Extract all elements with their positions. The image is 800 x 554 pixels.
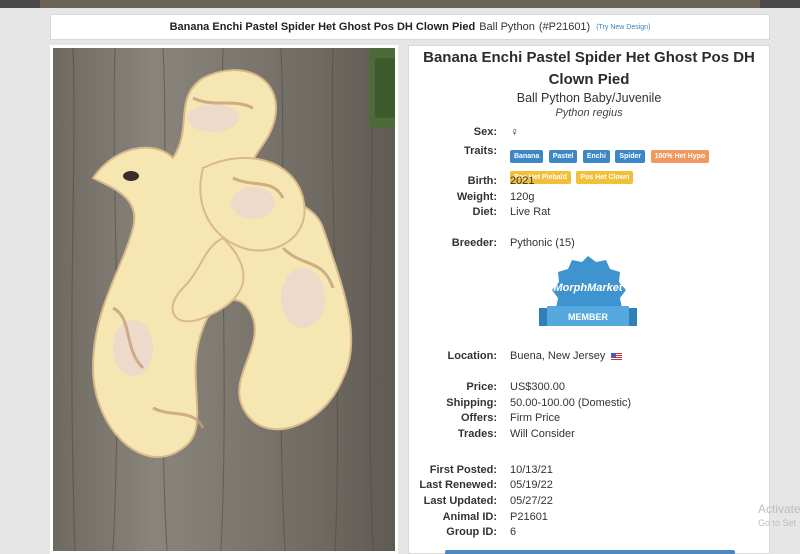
location-row: Location: Buena, New Jersey: [409, 348, 771, 364]
shipping-label: Shipping:: [446, 397, 497, 409]
activate-windows-watermark: Activate: [758, 502, 800, 516]
offers-value: Firm Price: [510, 412, 561, 424]
trait-tag-banana[interactable]: Banana: [510, 150, 544, 163]
us-flag-icon: [611, 352, 623, 360]
price-row: Price: US$300.00: [409, 379, 771, 395]
badge-icon: MorphMarket MEMBER: [539, 256, 637, 326]
last-renewed-value: 05/19/22: [510, 479, 553, 491]
breeder-row: Breeder: Pythonic (15): [409, 235, 771, 251]
trades-value: Will Consider: [510, 428, 575, 440]
diet-row: Diet: Live Rat: [409, 204, 771, 220]
group-id-link[interactable]: 6: [510, 524, 516, 540]
activate-windows-subtext: Go to Set: [758, 518, 797, 528]
female-icon: ♀: [510, 125, 519, 139]
first-posted-value: 10/13/21: [510, 464, 553, 476]
top-strip-image: [40, 0, 760, 8]
offers-label: Offers:: [460, 412, 497, 424]
shipping-value: 50.00-100.00 (Domestic): [510, 397, 632, 409]
trait-tag-spider[interactable]: Spider: [615, 150, 646, 163]
birth-label: Birth:: [467, 175, 497, 187]
diet-value: Live Rat: [510, 206, 551, 218]
animal-id-label: Animal ID:: [442, 511, 497, 523]
last-renewed-row: Last Renewed: 05/19/22: [409, 477, 771, 493]
first-posted-label: First Posted:: [429, 464, 497, 476]
last-renewed-label: Last Renewed:: [419, 479, 497, 491]
breeder-label: Breeder:: [451, 237, 497, 249]
weight-value: 120g: [510, 191, 535, 203]
snake-photo-image: [53, 48, 395, 551]
last-updated-label: Last Updated:: [423, 495, 497, 507]
animal-photo[interactable]: [50, 45, 398, 554]
birth-row: Birth: 2021: [409, 173, 771, 189]
group-id-label: Group ID:: [446, 526, 497, 538]
location-value: Buena, New Jersey: [510, 348, 623, 364]
top-strip: [0, 0, 800, 8]
price-label: Price:: [466, 381, 497, 393]
morphmarket-member-badge[interactable]: MorphMarket MEMBER: [533, 254, 643, 336]
shipping-row: Shipping: 50.00-100.00 (Domestic): [409, 395, 771, 411]
traits-label: Traits:: [463, 145, 497, 157]
listing-title: Banana Enchi Pastel Spider Het Ghost Pos…: [423, 49, 755, 88]
last-updated-row: Last Updated: 05/27/22: [409, 493, 771, 509]
details-panel: Banana Enchi Pastel Spider Het Ghost Pos…: [408, 45, 770, 554]
title-bar-name: Banana Enchi Pastel Spider Het Ghost Pos…: [169, 21, 476, 33]
first-posted-row: First Posted: 10/13/21: [409, 462, 771, 478]
location-text: Buena, New Jersey: [510, 350, 606, 362]
last-updated-value: 05/27/22: [510, 495, 553, 507]
group-id-row: Group ID: 6: [409, 524, 771, 540]
trait-tag-enchi[interactable]: Enchi: [582, 150, 610, 163]
trades-row: Trades: Will Consider: [409, 426, 771, 442]
birth-value: 2021: [510, 175, 535, 187]
title-bar-species: Ball Python: [479, 21, 535, 33]
diet-label: Diet:: [472, 206, 497, 218]
try-new-design-link[interactable]: (Try New Design): [596, 24, 650, 31]
trades-label: Trades:: [457, 428, 497, 440]
offers-row: Offers: Firm Price: [409, 410, 771, 426]
title-bar-id: (#P21601): [538, 21, 591, 33]
listing-subtitle: Ball Python Baby/Juvenile: [516, 91, 662, 105]
listing-latin-name: Python regius: [555, 107, 623, 119]
breeder-link[interactable]: Pythonic (15): [510, 235, 575, 251]
badge-top-text: MorphMarket: [553, 282, 623, 294]
weight-row: Weight: 120g: [409, 189, 771, 205]
animal-id-row: Animal ID: P21601: [409, 509, 771, 525]
price-value: US$300.00: [510, 381, 566, 393]
trait-tag-pastel[interactable]: Pastel: [548, 150, 578, 163]
badge-bottom-text: MEMBER: [568, 312, 608, 322]
weight-label: Weight:: [456, 191, 497, 203]
sex-row: Sex: ♀: [409, 124, 771, 140]
sex-label: Sex:: [473, 126, 497, 138]
action-button-partial[interactable]: [445, 550, 735, 554]
trait-tag-het-hypo[interactable]: 100% Het Hypo: [650, 150, 710, 163]
animal-id-value: P21601: [510, 511, 548, 523]
location-label: Location:: [447, 350, 498, 362]
title-bar: Banana Enchi Pastel Spider Het Ghost Pos…: [50, 14, 770, 40]
